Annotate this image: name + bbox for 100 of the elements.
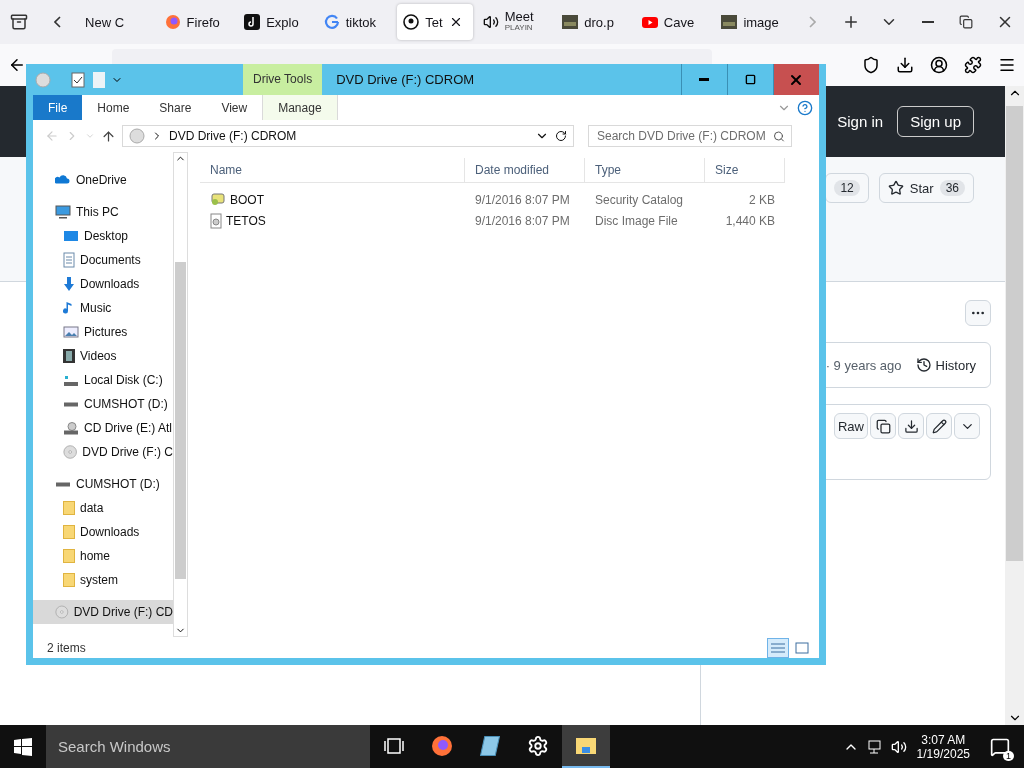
volume-icon[interactable] [890,738,907,755]
tab-title: Tet [425,14,443,30]
fork-count: 12 [834,180,860,196]
file-row[interactable]: BOOT 9/1/2016 8:07 PM Security Catalog 2 KB [200,189,785,210]
scrollbar[interactable] [173,152,188,637]
taskbar-app[interactable] [562,725,610,768]
list-icon [771,642,785,653]
column-header[interactable]: Name [200,158,465,182]
back-icon[interactable] [8,56,26,74]
drive-icon [63,401,79,407]
address-bar[interactable]: DVD Drive (F:) CDROM [122,125,574,147]
tree-item[interactable]: system [33,568,173,592]
tile-icon [795,641,809,654]
sign-up-button[interactable]: Sign up [897,106,974,137]
tab-status: PLAYIN [504,22,534,33]
notepad-icon [480,735,500,756]
download-icon[interactable] [896,56,914,74]
copy-button[interactable] [870,413,896,439]
browser-tab[interactable]: Tet [397,4,473,40]
browser-tab[interactable]: dro.p [556,4,632,40]
disc-icon [55,604,69,620]
sign-in-link[interactable]: Sign in [837,113,884,130]
edit-button[interactable] [926,413,952,439]
tab-title: Firefo [186,14,220,30]
history-link[interactable]: History [915,357,976,373]
help-icon[interactable] [797,99,813,116]
tree-item[interactable]: Downloads [33,272,173,296]
browser-tab[interactable]: Firefo [158,4,235,40]
browser-tab[interactable]: New C [79,4,155,40]
firefox-icon [164,14,181,30]
certificate-icon [210,193,226,206]
tree-item[interactable]: Desktop [33,224,173,248]
tree-item[interactable]: Documents [33,248,173,272]
scrollbar[interactable] [1005,86,1024,725]
browser-tab[interactable]: Meet PLAYIN [476,4,553,40]
tab-title: Explo [266,14,299,30]
menu-icon[interactable] [998,56,1016,74]
more-button[interactable] [965,300,991,326]
tree-item[interactable]: Pictures [33,320,173,344]
search-field[interactable]: Search DVD Drive (F:) CDROM [588,125,792,147]
clock[interactable]: 3:07 AM 1/19/2025 [906,732,980,761]
tray-icon [10,13,29,31]
cloud-icon [55,175,71,185]
tree-item[interactable]: CUMSHOT (D:) [33,472,173,496]
date-text: 9/1/2016 8:07 PM [475,192,570,207]
tree-item[interactable]: OneDrive [33,168,173,192]
file-row[interactable]: TETOS 9/1/2016 8:07 PM Disc Image File 1,440 KB [200,210,785,231]
browser-tab[interactable]: image [715,4,791,40]
column-header[interactable]: Type [585,158,705,182]
up-icon[interactable] [101,128,116,144]
download-button[interactable] [898,413,924,439]
drive-icon [55,481,71,487]
context-tab-label: Drive Tools [243,64,323,95]
search-field[interactable]: Search Windows [46,725,370,768]
folder-icon [63,573,75,587]
folder-icon [63,549,75,563]
tree-item[interactable]: Local Disk (C:) [33,368,173,392]
shield-icon[interactable] [862,56,880,74]
type-text: Disc Image File [595,213,678,228]
tree-item[interactable]: DVD Drive (F:) C [33,440,173,464]
raw-button[interactable]: Raw [834,413,868,439]
disc-file-icon [210,212,222,229]
tree-item[interactable]: CUMSHOT (D:) [33,392,173,416]
tree-item[interactable]: home [33,544,173,568]
file-name: BOOT [230,192,264,207]
tree-item[interactable]: Music [33,296,173,320]
browser-tab[interactable]: tiktok [317,4,394,40]
column-header[interactable]: Date modified [465,158,585,182]
column-header[interactable]: Size [705,158,785,182]
account-icon[interactable] [930,56,948,74]
refresh-icon[interactable] [555,130,567,142]
ribbon-tab[interactable]: Manage [262,95,338,120]
fork-button[interactable]: 12 [825,173,869,203]
checklist-icon[interactable] [71,71,85,88]
chevron-left-icon [54,16,62,28]
speaker-icon[interactable] [482,14,499,30]
search-icon [773,129,785,143]
tree-item[interactable]: Downloads [33,520,173,544]
thumbnail-icon [721,15,738,29]
tree-item[interactable]: data [33,496,173,520]
minimize-icon [699,78,709,81]
close-button[interactable] [773,64,819,95]
windows-icon [14,737,32,756]
message-icon [990,736,1010,757]
browser-tab[interactable]: Explo [238,4,314,40]
star-button[interactable]: Star 36 [878,173,974,203]
tree-item[interactable]: This PC [33,200,173,224]
document-icon [63,252,75,268]
item-count: 2 items [47,640,86,655]
settings-icon [527,734,549,757]
date-text: 1/19/2025 [916,746,970,761]
tree-item[interactable]: DVD Drive (F:) CD [33,600,173,624]
browser-tab[interactable]: Cave [635,4,712,40]
ribbon-tab[interactable]: File [33,95,83,120]
tree-item[interactable]: CD Drive (E:) Atl [33,416,173,440]
tree-item[interactable]: Videos [33,344,173,368]
notifications-button[interactable]: 1 [990,736,1010,757]
extensions-icon[interactable] [964,56,982,74]
tab-title: dro.p [584,14,614,30]
film-icon [63,348,75,364]
